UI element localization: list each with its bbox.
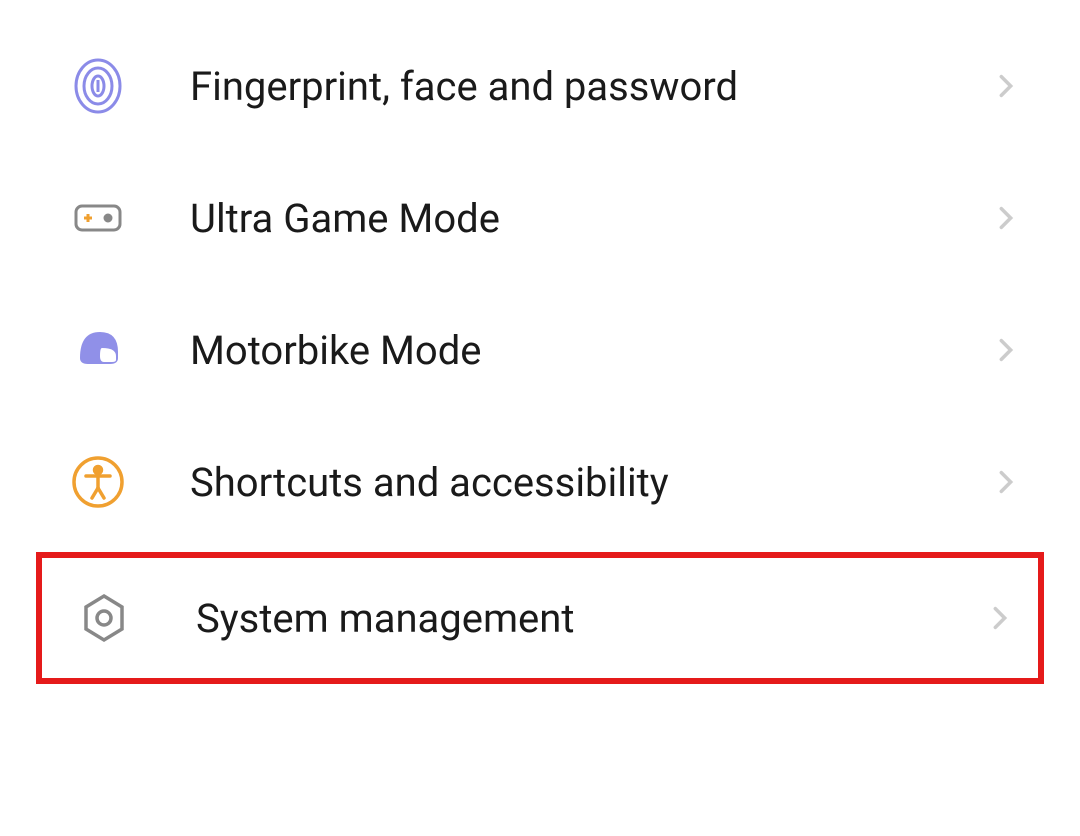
chevron-right-icon [986,604,1014,632]
settings-item-system-management[interactable]: System management [36,552,1044,684]
gamepad-icon [70,190,126,246]
settings-item-label: System management [196,595,986,642]
system-icon [76,590,132,646]
chevron-right-icon [992,336,1020,364]
settings-item-label: Ultra Game Mode [190,195,992,242]
settings-item-fingerprint[interactable]: Fingerprint, face and password [0,20,1080,152]
helmet-icon [70,322,126,378]
settings-item-game-mode[interactable]: Ultra Game Mode [0,152,1080,284]
accessibility-icon [70,454,126,510]
settings-item-accessibility[interactable]: Shortcuts and accessibility [0,416,1080,548]
settings-list: Fingerprint, face and password Ultra Gam… [0,0,1080,688]
chevron-right-icon [992,204,1020,232]
chevron-right-icon [992,468,1020,496]
fingerprint-icon [70,58,126,114]
chevron-right-icon [992,72,1020,100]
settings-item-label: Fingerprint, face and password [190,63,992,110]
settings-item-label: Motorbike Mode [190,327,992,374]
settings-item-motorbike[interactable]: Motorbike Mode [0,284,1080,416]
settings-item-label: Shortcuts and accessibility [190,459,992,506]
